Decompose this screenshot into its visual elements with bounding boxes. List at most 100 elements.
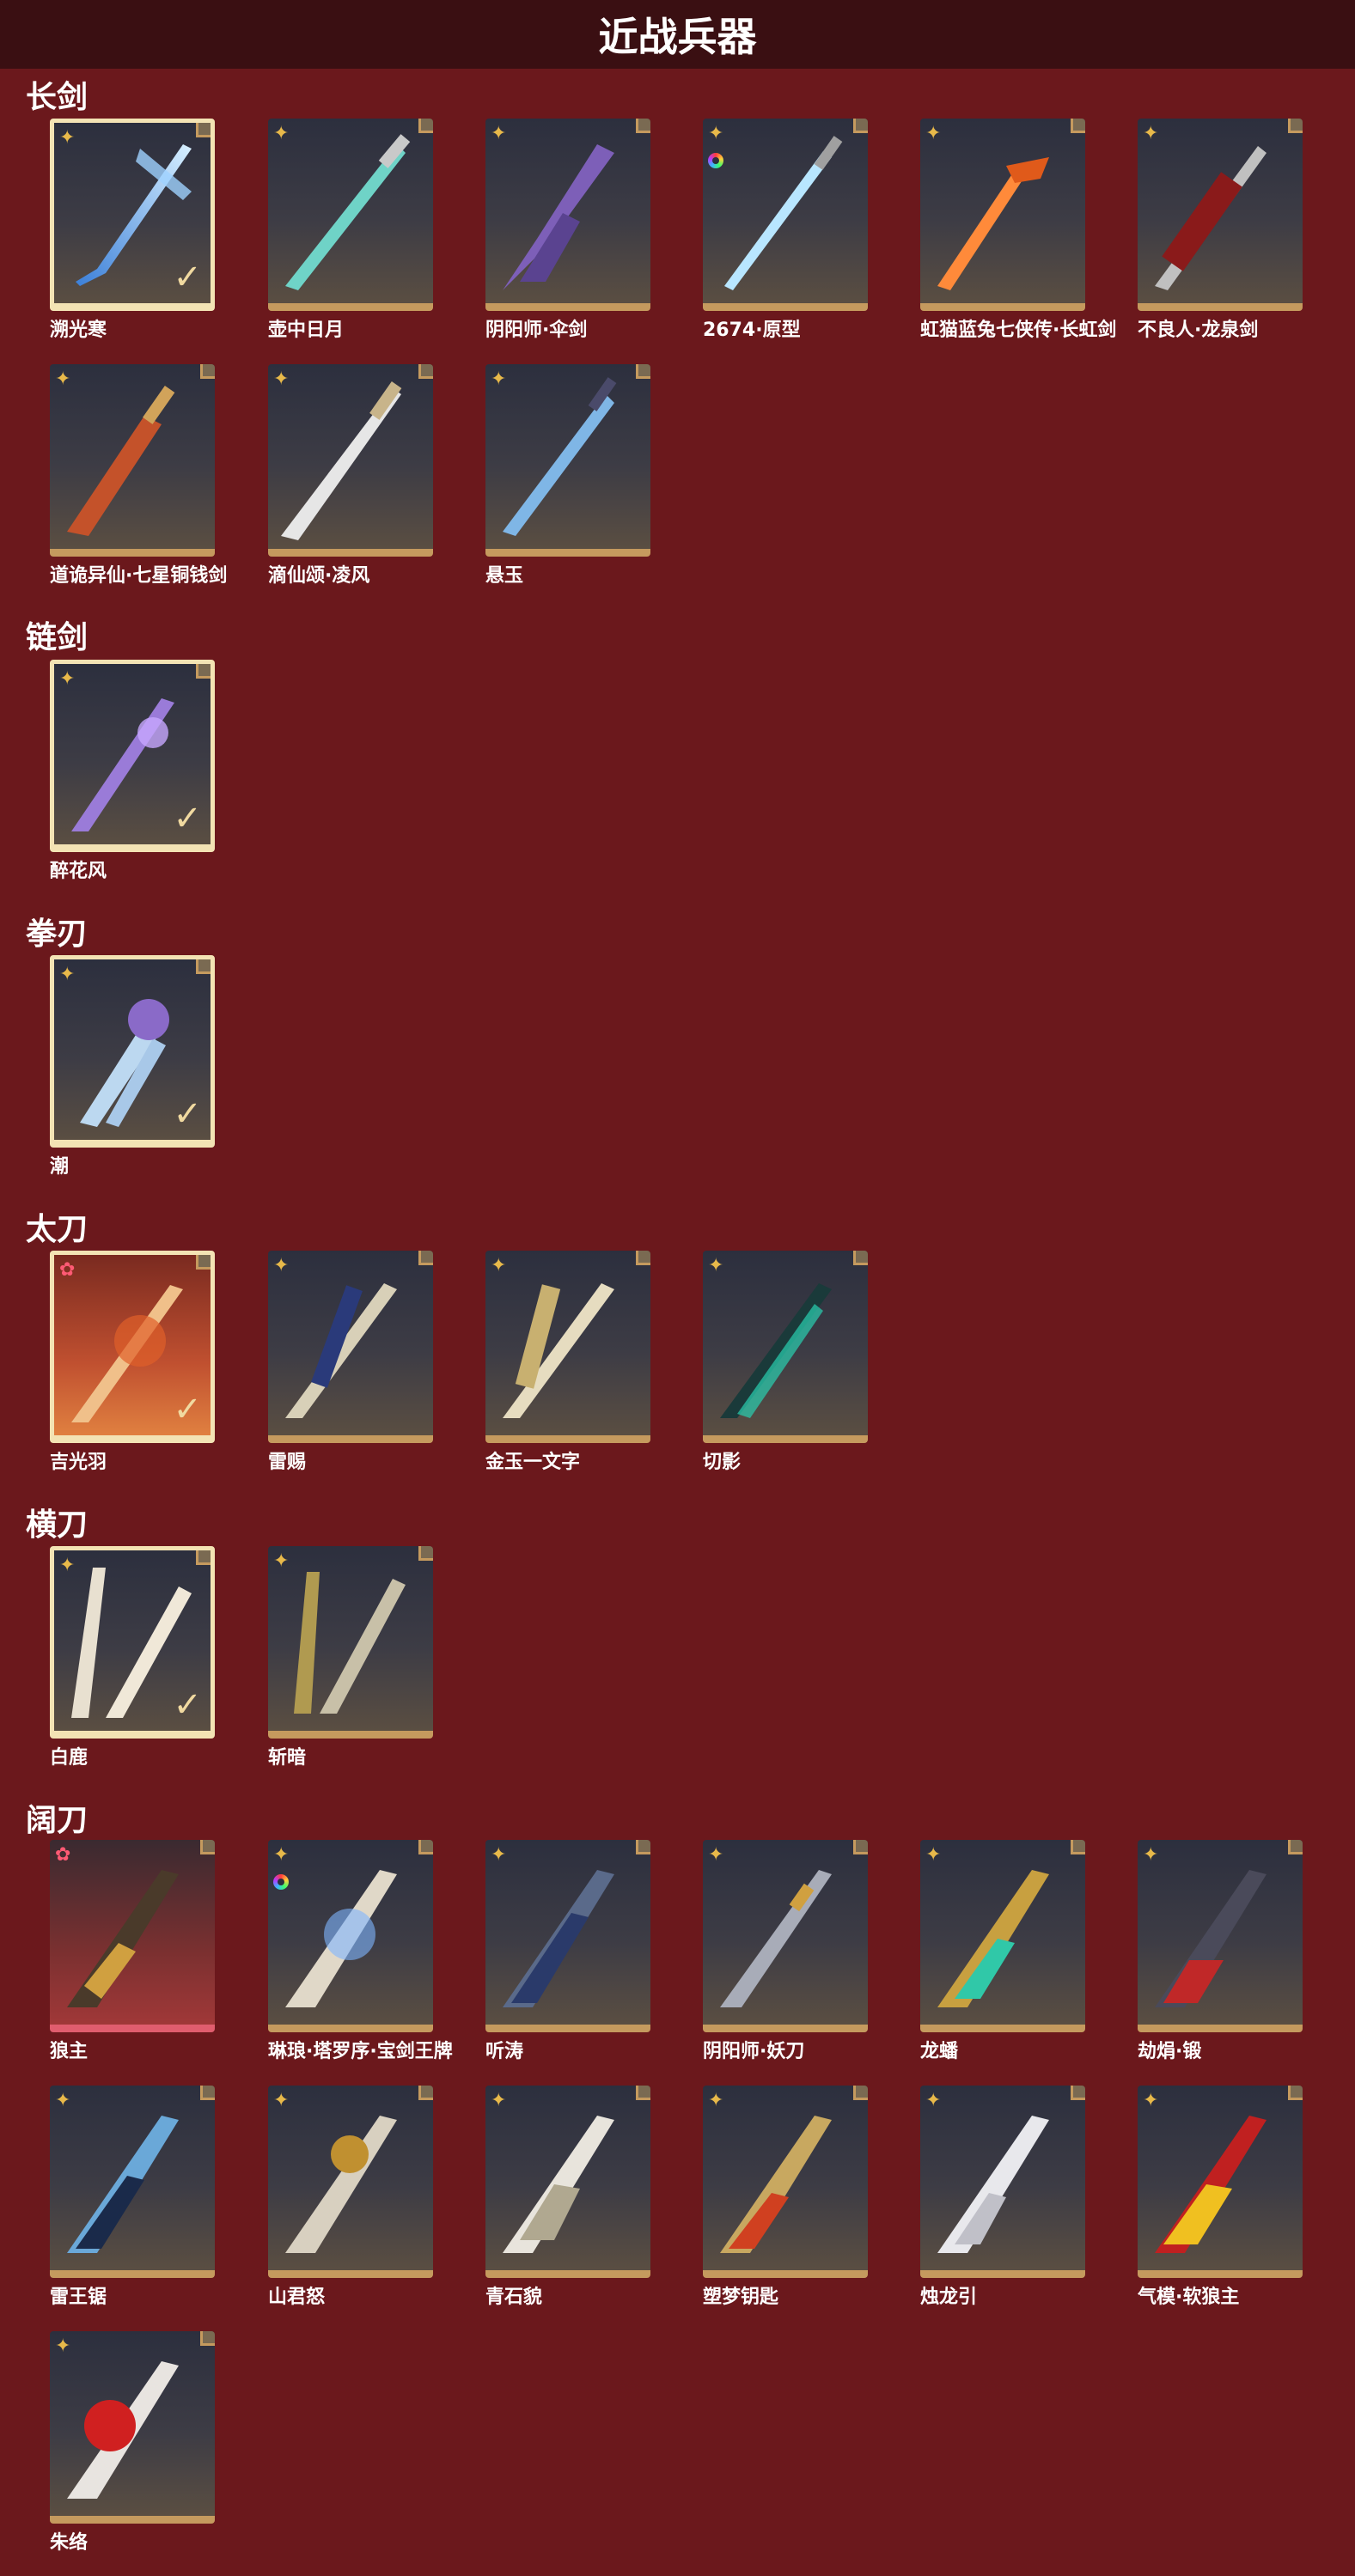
corner-marker bbox=[636, 364, 650, 379]
weapon-thumbnail[interactable]: ✦ bbox=[485, 119, 650, 311]
weapon-card[interactable]: ✦ 雷王锯 bbox=[50, 2086, 215, 2309]
weapon-name: 金玉一文字 bbox=[485, 1452, 581, 1473]
weapon-thumbnail[interactable]: ✦ bbox=[1138, 119, 1303, 311]
checkmark-icon: ✓ bbox=[173, 1391, 202, 1428]
weapon-thumbnail[interactable]: ✦ bbox=[50, 2331, 215, 2524]
weapon-card[interactable]: ✦ 朱络 bbox=[50, 2331, 215, 2555]
four-point-star-icon: ✦ bbox=[55, 368, 71, 389]
weapon-thumbnail[interactable]: ✦ bbox=[920, 1840, 1085, 2032]
weapon-card[interactable]: ✦ 听涛 bbox=[485, 1840, 650, 2063]
weapon-thumbnail[interactable]: ✦ bbox=[1138, 1840, 1303, 2032]
weapon-name: 醉花风 bbox=[50, 861, 107, 882]
corner-marker bbox=[1288, 1840, 1303, 1854]
weapon-thumbnail[interactable]: ✦ bbox=[50, 2086, 215, 2278]
weapon-name: 气模·软狼主 bbox=[1138, 2287, 1240, 2308]
weapon-name: 朱络 bbox=[50, 2532, 89, 2554]
weapon-card[interactable]: ✦ ✓ 溯光寒 bbox=[50, 119, 215, 342]
weapon-thumbnail[interactable]: ✦ ✓ bbox=[50, 1546, 215, 1739]
corner-marker bbox=[1071, 1840, 1085, 1854]
corner-marker bbox=[196, 959, 211, 974]
four-point-star-icon: ✦ bbox=[273, 1843, 290, 1865]
corner-marker bbox=[636, 1251, 650, 1265]
weapon-thumbnail[interactable]: ✦ bbox=[50, 364, 215, 557]
weapon-thumbnail[interactable]: ✦ bbox=[485, 1840, 650, 2032]
weapon-card[interactable]: ✦ 阴阳师·妖刀 bbox=[703, 1840, 868, 2063]
weapon-thumbnail[interactable]: ✦ bbox=[920, 119, 1085, 311]
weapon-card[interactable]: ✦ 虹猫蓝兔七侠传·长虹剑 bbox=[920, 119, 1116, 342]
weapon-card[interactable]: ✦ 斩暗 bbox=[268, 1546, 433, 1769]
weapon-thumbnail[interactable]: ✦ ✓ bbox=[50, 119, 215, 311]
four-point-star-icon: ✦ bbox=[273, 122, 290, 143]
corner-marker bbox=[418, 364, 433, 379]
corner-marker bbox=[196, 1255, 211, 1270]
weapon-card[interactable]: ✦ 塑梦钥匙 bbox=[703, 2086, 868, 2309]
weapon-card[interactable]: ✦ 壶中日月 bbox=[268, 119, 433, 342]
four-point-star-icon: ✦ bbox=[708, 122, 724, 143]
corner-marker bbox=[853, 2086, 868, 2100]
weapon-thumbnail[interactable]: ✦ bbox=[703, 2086, 868, 2278]
weapon-name: 雷赐 bbox=[268, 1452, 307, 1473]
corner-marker bbox=[200, 2331, 215, 2346]
pink-star-icon: ✿ bbox=[55, 1843, 71, 1865]
weapon-thumbnail[interactable]: ✦ bbox=[268, 2086, 433, 2278]
weapon-card[interactable]: ✿ ✓ 吉光羽 bbox=[50, 1251, 215, 1474]
weapon-thumbnail[interactable]: ✦ bbox=[268, 1840, 433, 2032]
weapon-name: 狼主 bbox=[50, 2041, 89, 2062]
weapon-card[interactable]: ✦ ✓ 潮 bbox=[50, 955, 215, 1178]
weapon-thumbnail[interactable]: ✦ bbox=[485, 364, 650, 557]
weapon-card[interactable]: ✦ 琳琅·塔罗序·宝剑王牌 bbox=[268, 1840, 453, 2063]
corner-marker bbox=[196, 123, 211, 137]
corner-marker bbox=[1288, 119, 1303, 133]
weapon-thumbnail[interactable]: ✦ bbox=[703, 1251, 868, 1443]
weapon-thumbnail[interactable]: ✦ bbox=[268, 1546, 433, 1739]
corner-marker bbox=[853, 119, 868, 133]
weapon-thumbnail[interactable]: ✿ bbox=[50, 1840, 215, 2032]
weapon-thumbnail[interactable]: ✿ ✓ bbox=[50, 1251, 215, 1443]
weapon-thumbnail[interactable]: ✦ ✓ bbox=[50, 660, 215, 852]
weapon-card[interactable]: ✦ 烛龙引 bbox=[920, 2086, 1085, 2309]
weapon-card[interactable]: ✦ ✓ 白鹿 bbox=[50, 1546, 215, 1769]
corner-marker bbox=[1071, 2086, 1085, 2100]
section-title-tachi: 太刀 bbox=[26, 1212, 89, 1247]
four-point-star-icon: ✦ bbox=[273, 1254, 290, 1276]
corner-marker bbox=[418, 1840, 433, 1854]
weapon-card[interactable]: ✦ 2674·原型 bbox=[703, 119, 868, 342]
weapon-thumbnail[interactable]: ✦ bbox=[485, 1251, 650, 1443]
weapon-name: 塑梦钥匙 bbox=[703, 2287, 779, 2308]
weapon-thumbnail[interactable]: ✦ bbox=[703, 1840, 868, 2032]
weapon-card[interactable]: ✦ 道诡异仙·七星铜钱剑 bbox=[50, 364, 228, 588]
weapon-thumbnail[interactable]: ✦ bbox=[268, 119, 433, 311]
weapon-thumbnail[interactable]: ✦ bbox=[485, 2086, 650, 2278]
weapon-card[interactable]: ✦ 阴阳师·伞剑 bbox=[485, 119, 650, 342]
checkmark-icon: ✓ bbox=[173, 800, 202, 837]
weapon-card[interactable]: ✦ 雷赐 bbox=[268, 1251, 433, 1474]
page-title: 近战兵器 bbox=[0, 0, 1355, 69]
weapon-card[interactable]: ✦ 山君怒 bbox=[268, 2086, 433, 2309]
four-point-star-icon: ✦ bbox=[491, 1843, 507, 1865]
weapon-thumbnail[interactable]: ✦ bbox=[920, 2086, 1085, 2278]
weapon-card[interactable]: ✦ 劫焆·锻 bbox=[1138, 1840, 1303, 2063]
pink-star-icon: ✿ bbox=[59, 1258, 76, 1280]
weapon-card[interactable]: ✦ 切影 bbox=[703, 1251, 868, 1474]
weapon-card[interactable]: ✦ 悬玉 bbox=[485, 364, 650, 588]
weapon-card[interactable]: ✦ 滴仙颂·凌风 bbox=[268, 364, 433, 588]
weapon-name: 道诡异仙·七星铜钱剑 bbox=[50, 565, 228, 587]
weapon-thumbnail[interactable]: ✦ ✓ bbox=[50, 955, 215, 1148]
weapon-card[interactable]: ✿ 狼主 bbox=[50, 1840, 215, 2063]
four-point-star-icon: ✦ bbox=[59, 126, 76, 148]
corner-marker bbox=[636, 1840, 650, 1854]
weapon-name: 白鹿 bbox=[50, 1747, 89, 1769]
weapon-card[interactable]: ✦ 龙蟠 bbox=[920, 1840, 1085, 2063]
rainbow-ring-icon bbox=[273, 1874, 289, 1890]
corner-marker bbox=[196, 664, 211, 679]
weapon-card[interactable]: ✦ 青石貌 bbox=[485, 2086, 650, 2309]
weapon-thumbnail[interactable]: ✦ bbox=[268, 364, 433, 557]
weapon-card[interactable]: ✦ 气模·软狼主 bbox=[1138, 2086, 1303, 2309]
weapon-thumbnail[interactable]: ✦ bbox=[703, 119, 868, 311]
weapon-thumbnail[interactable]: ✦ bbox=[1138, 2086, 1303, 2278]
weapon-thumbnail[interactable]: ✦ bbox=[268, 1251, 433, 1443]
weapon-card[interactable]: ✦ 金玉一文字 bbox=[485, 1251, 650, 1474]
weapon-name: 烛龙引 bbox=[920, 2287, 978, 2308]
weapon-card[interactable]: ✦ 不良人·龙泉剑 bbox=[1138, 119, 1303, 342]
weapon-card[interactable]: ✦ ✓ 醉花风 bbox=[50, 660, 215, 883]
